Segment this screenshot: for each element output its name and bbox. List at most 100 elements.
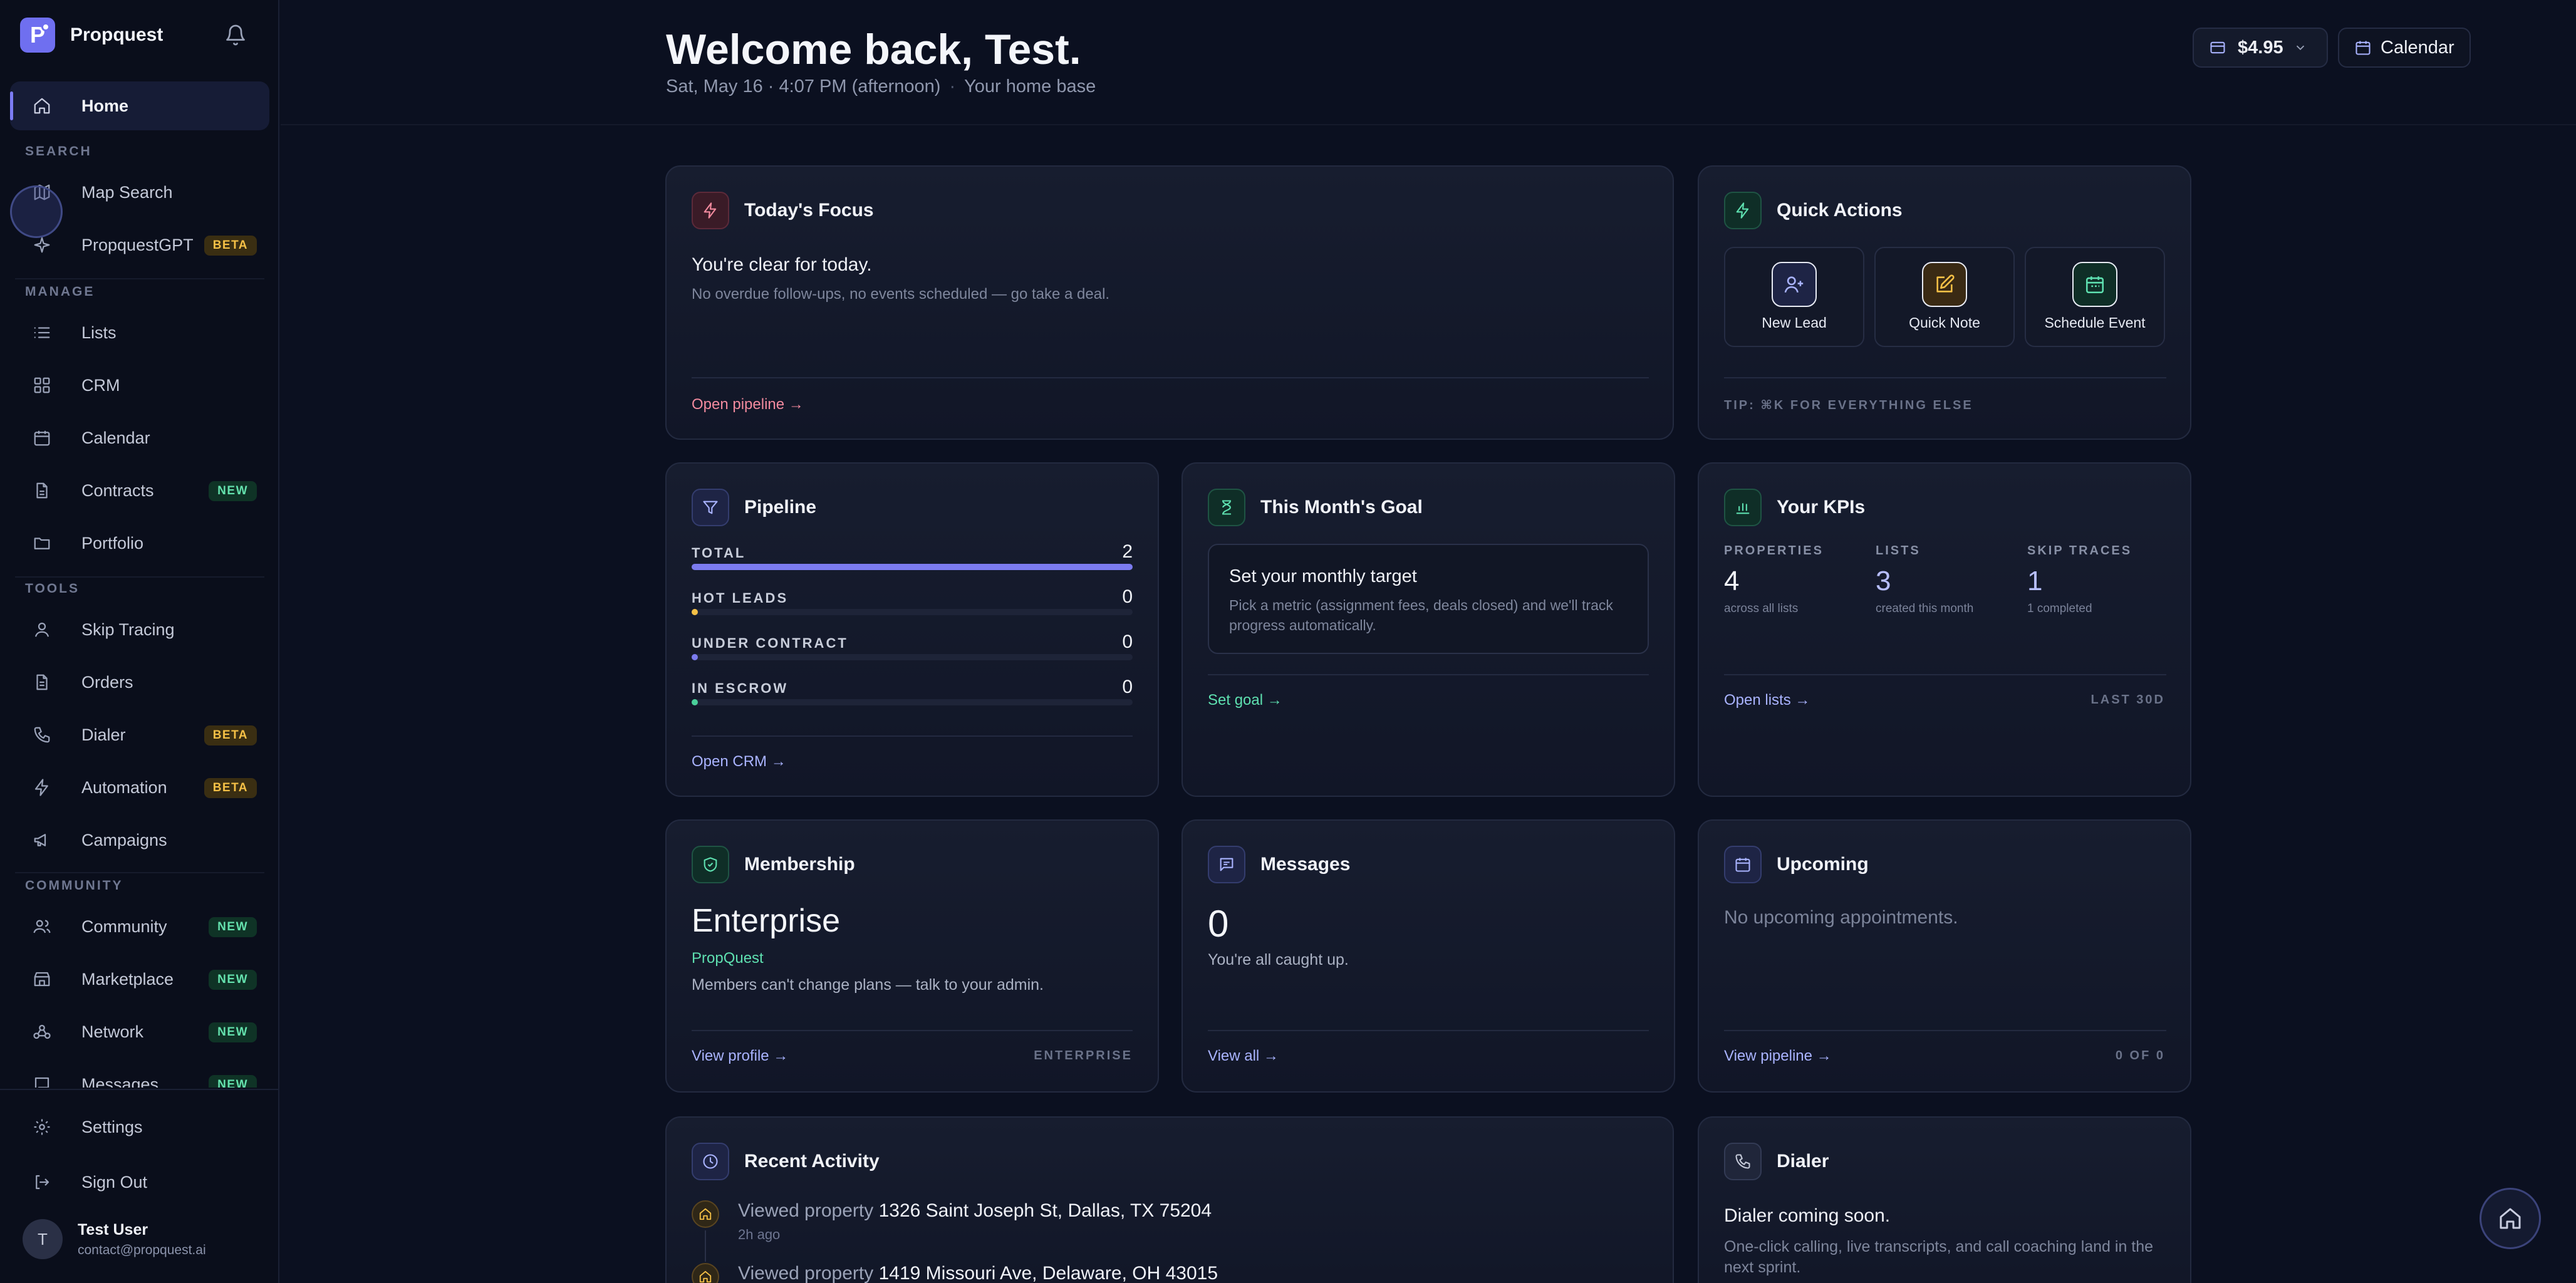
sidebar-item-automation[interactable]: Automation BETA [10, 763, 269, 812]
set-goal-panel[interactable]: Set your monthly target Pick a metric (a… [1208, 544, 1649, 654]
open-pipeline-link[interactable]: Open pipeline → [692, 396, 804, 413]
pipeline-stage-label: TOTAL [692, 545, 746, 561]
kpis-card: Your KPIs PROPERTIES 4 across all lists … [1698, 462, 2191, 797]
goal-headline: Set your monthly target [1229, 566, 1417, 586]
sidebar-item-lists[interactable]: Lists [10, 308, 269, 357]
sidebar-item-label: CRM [81, 375, 120, 395]
receipt-icon [31, 672, 53, 693]
sidebar-item-calendar[interactable]: Calendar [10, 413, 269, 462]
kpi-label: SKIP TRACES [2027, 544, 2132, 558]
focus-subtext: No overdue follow-ups, no events schedul… [692, 286, 1110, 303]
card-divider [692, 377, 1649, 378]
upcoming-empty-state: No upcoming appointments. [1724, 907, 1958, 928]
calendar-button[interactable]: Calendar [2338, 28, 2471, 68]
home-icon [692, 1263, 719, 1283]
sidebar-item-orders[interactable]: Orders [10, 658, 269, 707]
card-title: This Month's Goal [1260, 497, 1423, 517]
new-lead-button[interactable]: New Lead [1724, 247, 1864, 347]
sidebar-item-home[interactable]: Home [10, 81, 269, 130]
quick-note-button[interactable]: Quick Note [1874, 247, 2015, 347]
sidebar-item-label: Orders [81, 672, 133, 692]
card-title: Your KPIs [1777, 497, 1866, 517]
open-lists-link[interactable]: Open lists → [1724, 692, 1810, 709]
card-title: Recent Activity [744, 1151, 880, 1171]
user-name: Test User [78, 1220, 148, 1239]
sidebar-item-settings[interactable]: Settings [10, 1103, 269, 1151]
progress-fill [692, 699, 698, 705]
section-label-search: SEARCH [25, 144, 92, 158]
schedule-event-button[interactable]: Schedule Event [2025, 247, 2165, 347]
page-subtitle: Sat, May 16 · 4:07 PM (afternoon) · Your h… [666, 76, 1096, 97]
calendar-icon [31, 427, 53, 449]
section-label-community: COMMUNITY [25, 878, 123, 893]
open-crm-link[interactable]: Open CRM → [692, 753, 786, 771]
pipeline-stage-value: 0 [1122, 677, 1133, 697]
kpi-range: LAST 30D [2090, 693, 2165, 707]
sidebar-item-label: Campaigns [81, 830, 167, 849]
home-icon [692, 1200, 719, 1228]
beta-badge: BETA [204, 778, 257, 798]
subtitle-separator: · [949, 76, 956, 96]
sidebar-item-contracts[interactable]: Contracts NEW [10, 466, 269, 515]
user-profile[interactable]: T Test User contact@propquest.ai [23, 1219, 206, 1259]
sign-out-button[interactable]: Sign Out [10, 1158, 269, 1207]
kpi-label: LISTS [1876, 544, 1921, 558]
sidebar-item-label: Network [81, 1022, 144, 1041]
notifications-bell-icon[interactable] [221, 20, 251, 50]
sidebar-item-label: Sign Out [81, 1172, 148, 1192]
card-title: Quick Actions [1777, 200, 1903, 221]
plan-name: Enterprise [692, 903, 840, 939]
card-divider [1208, 674, 1649, 675]
sidebar-item-label: Portfolio [81, 533, 144, 553]
sidebar-item-dialer[interactable]: Dialer BETA [10, 710, 269, 759]
nav-divider [15, 872, 264, 873]
page-header: Welcome back, Test. Sat, May 16 · 4:07 P… [281, 0, 2576, 125]
phone-icon [31, 724, 53, 745]
brand-name: Propquest [70, 24, 164, 45]
sidebar-item-label: Community [81, 917, 167, 936]
card-title: Today's Focus [744, 200, 874, 221]
sidebar-item-label: Lists [81, 323, 117, 342]
page-tagline: Your home base [964, 76, 1096, 96]
sidebar-item-portfolio[interactable]: Portfolio [10, 519, 269, 568]
sidebar-item-crm[interactable]: CRM [10, 361, 269, 410]
credits-dropdown[interactable]: $4.95 [2193, 28, 2328, 68]
users-icon [31, 916, 53, 937]
nav-divider [15, 278, 264, 279]
kpi-value: 4 [1724, 566, 1740, 596]
sidebar-item-label: Skip Tracing [81, 620, 175, 639]
set-goal-link[interactable]: Set goal → [1208, 692, 1282, 709]
view-all-messages-link[interactable]: View all → [1208, 1047, 1279, 1065]
page-title: Welcome back, Test. [666, 26, 1081, 73]
view-pipeline-link[interactable]: View pipeline → [1724, 1047, 1832, 1065]
organization-name: PropQuest [692, 950, 764, 967]
sidebar-item-network[interactable]: Network NEW [10, 1007, 269, 1056]
kpi-note: 1 completed [2027, 602, 2092, 615]
plan-note: Members can't change plans — talk to you… [692, 976, 1044, 994]
progress-track [692, 699, 1133, 705]
lightning-icon [31, 777, 53, 798]
home-icon [2500, 1208, 2521, 1229]
kpi-note: across all lists [1724, 602, 1799, 615]
activity-address: 1419 Missouri Ave, Delaware, OH 43015 [878, 1263, 1218, 1283]
clock-icon [692, 1143, 729, 1180]
home-icon [31, 95, 53, 117]
quick-note-label: Quick Note [1909, 314, 1980, 331]
home-fab-button[interactable] [2480, 1188, 2541, 1249]
plan-tag: ENTERPRISE [1034, 1049, 1133, 1062]
card-title: Upcoming [1777, 854, 1869, 875]
user-email: contact@propquest.ai [78, 1242, 206, 1257]
sidebar-item-messages[interactable]: Messages NEW [10, 1060, 269, 1088]
brand[interactable]: P Propquest [20, 18, 163, 53]
new-badge: NEW [209, 1022, 257, 1042]
sidebar-item-campaigns[interactable]: Campaigns [10, 816, 269, 865]
activity-text: Viewed property 1326 Saint Joseph St, Da… [738, 1200, 1212, 1222]
sidebar-item-marketplace[interactable]: Marketplace NEW [10, 955, 269, 1004]
sidebar-item-skip-tracing[interactable]: Skip Tracing [10, 605, 269, 654]
chevron-down-icon [2296, 45, 2304, 51]
dialer-description: One-click calling, live transcripts, and… [1724, 1238, 2154, 1276]
sidebar-item-community[interactable]: Community NEW [10, 902, 269, 951]
view-profile-link[interactable]: View profile → [692, 1047, 788, 1065]
current-datetime: Sat, May 16 · 4:07 PM (afternoon) [666, 76, 941, 96]
dialer-headline: Dialer coming soon. [1724, 1205, 1891, 1226]
